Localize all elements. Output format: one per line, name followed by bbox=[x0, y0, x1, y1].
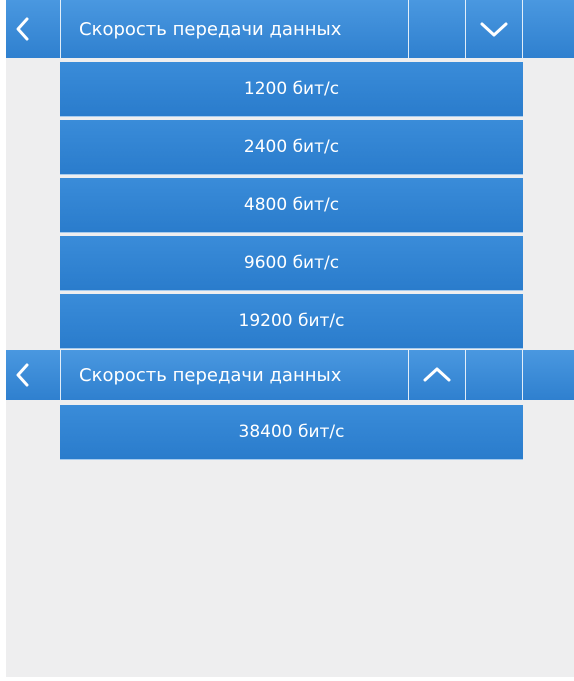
header-bar: Скорость передачи данных bbox=[6, 350, 574, 400]
scroll-up-button[interactable] bbox=[409, 350, 466, 400]
page-title: Скорость передачи данных bbox=[79, 364, 342, 386]
page-title: Скорость передачи данных bbox=[79, 18, 342, 40]
baud-rate-option-19200[interactable]: 19200 бит/с bbox=[60, 294, 523, 349]
title-cell: Скорость передачи данных bbox=[60, 350, 409, 400]
baud-rate-option-38400[interactable]: 38400 бит/с bbox=[60, 405, 523, 460]
chevron-down-icon bbox=[479, 19, 509, 39]
baud-rate-screen-1: Скорость передачи данных 1200 бит/с 2400… bbox=[6, 0, 574, 350]
baud-rate-list: 38400 бит/с bbox=[60, 405, 523, 463]
scroll-down-button[interactable] bbox=[466, 0, 523, 58]
baud-rate-option-1200[interactable]: 1200 бит/с bbox=[60, 62, 523, 117]
header-empty-cell bbox=[523, 350, 574, 400]
baud-rate-option-9600[interactable]: 9600 бит/с bbox=[60, 236, 523, 291]
chevron-left-icon bbox=[12, 361, 34, 389]
chevron-up-icon bbox=[422, 365, 452, 385]
chevron-left-icon bbox=[12, 15, 34, 43]
baud-rate-screen-2: Скорость передачи данных 38400 бит/с bbox=[6, 350, 574, 677]
baud-rate-option-4800[interactable]: 4800 бит/с bbox=[60, 178, 523, 233]
back-button[interactable] bbox=[6, 0, 54, 58]
back-button[interactable] bbox=[6, 350, 54, 400]
header-empty-cell bbox=[466, 350, 523, 400]
header-empty-cell bbox=[409, 0, 466, 58]
baud-rate-list: 1200 бит/с 2400 бит/с 4800 бит/с 9600 би… bbox=[60, 62, 523, 350]
header-empty-cell bbox=[523, 0, 574, 58]
header-bar: Скорость передачи данных bbox=[6, 0, 574, 58]
baud-rate-option-2400[interactable]: 2400 бит/с bbox=[60, 120, 523, 175]
title-cell: Скорость передачи данных bbox=[60, 0, 409, 58]
